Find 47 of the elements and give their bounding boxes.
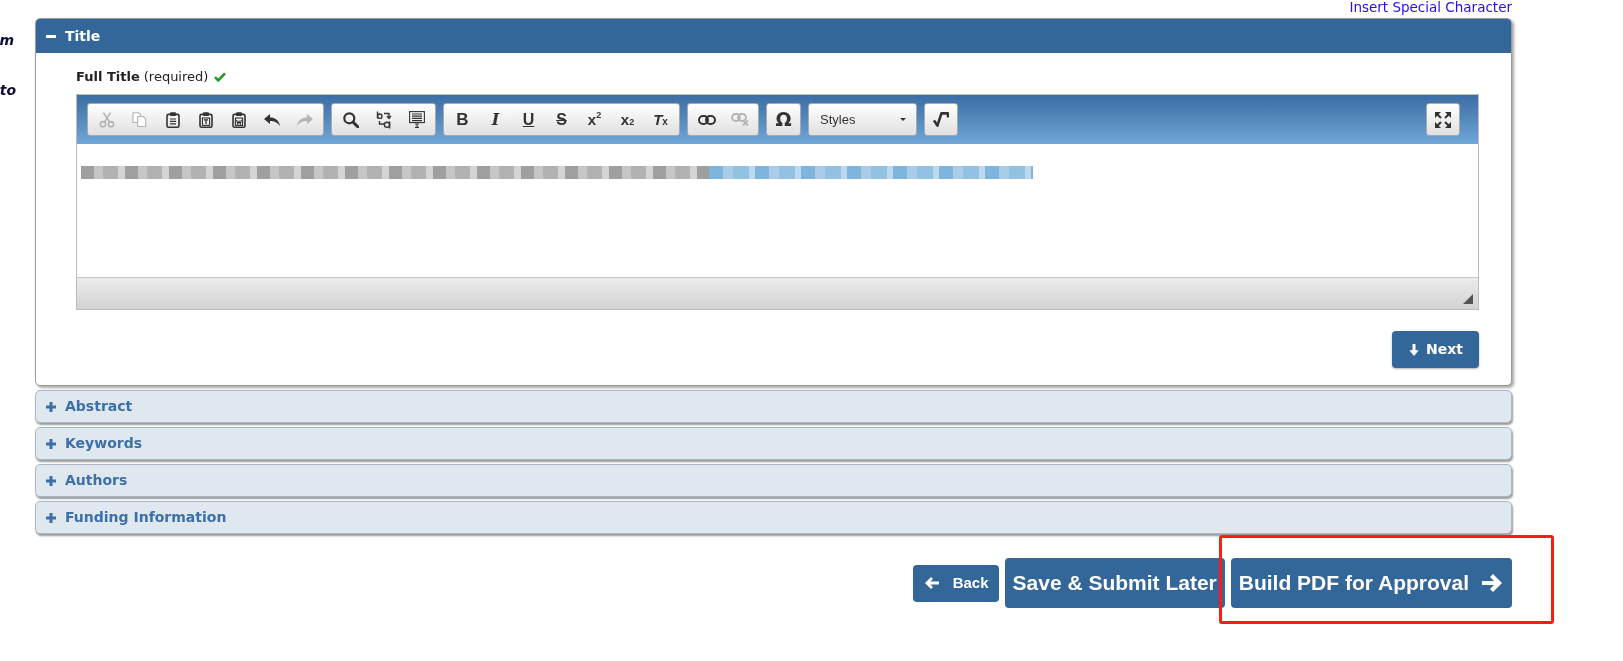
left-arrow-icon [924,577,939,589]
section-header[interactable]: Abstract [35,390,1512,423]
clipboard-icon [165,111,180,128]
math-button[interactable] [924,103,958,136]
copy-pages-icon [132,112,147,127]
resize-grip-icon [1463,294,1473,304]
expand-arrows-icon [1435,111,1451,128]
redo-arrow-icon [296,113,313,126]
section-header[interactable]: Funding Information [35,501,1512,534]
build-pdf-button[interactable]: Build PDF for Approval [1230,558,1512,608]
caret-icon [900,118,906,121]
special-character-button[interactable]: Ω [766,103,801,136]
back-button[interactable]: Back [912,564,999,602]
sidebar-text: m [0,32,14,48]
down-arrow-icon [1408,343,1421,356]
section-header[interactable]: Title [36,19,1511,53]
undo-arrow-icon [263,113,280,126]
plus-icon [46,512,56,523]
save-submit-later-button[interactable]: Save & Submit Later [1004,558,1225,608]
field-label: Full Title [76,68,140,87]
italic-button[interactable]: I [479,104,512,135]
right-arrow-icon [1482,574,1502,592]
chain-link-icon [697,114,716,125]
section-header[interactable]: Authors [35,464,1512,497]
plus-icon [46,401,56,412]
minus-icon [46,34,56,38]
sidebar-text: to [0,82,16,98]
broken-link-icon [730,113,749,126]
document-lines-icon [408,111,425,128]
strikethrough-button[interactable]: S [545,104,578,135]
square-root-icon [933,112,949,127]
search-icon [342,111,359,128]
clipboard-text-icon [198,111,213,128]
required-note: (required) [143,68,209,87]
maximize-button[interactable] [1426,103,1460,136]
scissors-icon [98,111,115,128]
underline-button[interactable]: U [512,104,545,135]
replace-arrows-icon [375,110,392,129]
section-header[interactable]: Keywords [35,427,1512,460]
bold-button[interactable]: B [446,104,479,135]
next-button[interactable]: Next [1392,331,1479,368]
plus-icon [46,475,56,486]
plus-icon [46,438,56,449]
styles-dropdown[interactable]: Styles [808,103,917,136]
insert-special-character-link[interactable]: Insert Special Character [1349,0,1512,15]
superscript-button[interactable]: x$^{2}$ [578,104,611,135]
clipboard-word-icon [231,111,246,128]
